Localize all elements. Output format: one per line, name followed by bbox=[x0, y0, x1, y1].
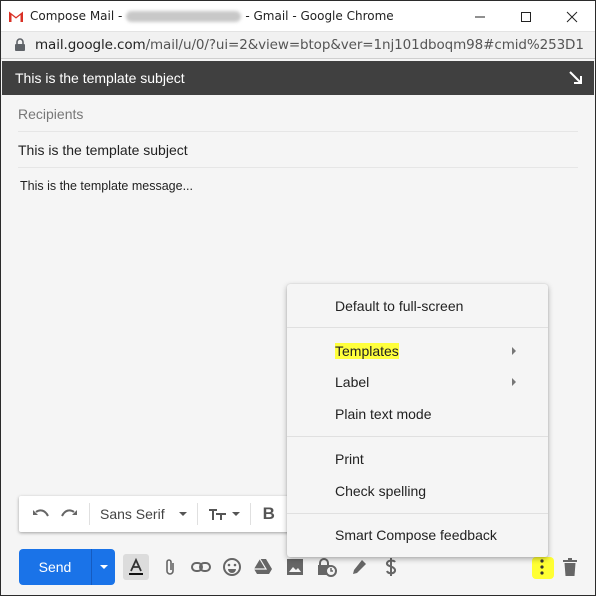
close-icon bbox=[566, 11, 578, 22]
pen-icon bbox=[353, 560, 366, 574]
insert-drive-button[interactable] bbox=[250, 554, 276, 580]
submenu-arrow-icon bbox=[512, 378, 516, 386]
minimize-button[interactable] bbox=[457, 1, 503, 32]
emoji-icon bbox=[223, 558, 241, 576]
send-money-button[interactable] bbox=[378, 554, 404, 580]
font-family-select[interactable]: Sans Serif bbox=[96, 500, 191, 528]
drive-icon bbox=[254, 558, 272, 574]
redo-icon bbox=[61, 509, 77, 517]
recipients-field[interactable]: Recipients bbox=[18, 96, 578, 132]
menu-item-label: Plain text mode bbox=[335, 406, 432, 422]
redo-button[interactable] bbox=[55, 500, 83, 528]
maximize-icon bbox=[521, 11, 531, 22]
menu-item-templates[interactable]: Templates bbox=[287, 336, 548, 366]
photo-icon bbox=[287, 559, 303, 575]
lock-icon bbox=[14, 38, 26, 52]
link-icon bbox=[191, 562, 211, 572]
gmail-logo-icon bbox=[8, 10, 24, 22]
url-host: mail.google.com bbox=[35, 37, 146, 53]
send-button[interactable]: Send bbox=[19, 549, 91, 585]
menu-item-label: Smart Compose feedback bbox=[335, 527, 497, 543]
minimize-icon bbox=[475, 16, 485, 17]
subject-field[interactable]: This is the template subject bbox=[18, 132, 578, 168]
menu-divider bbox=[287, 513, 548, 514]
window-controls bbox=[457, 1, 595, 32]
paperclip-icon bbox=[166, 559, 174, 575]
more-options-button[interactable] bbox=[529, 554, 555, 580]
more-options-menu: Default to full-screen Templates Label P… bbox=[287, 284, 548, 557]
submenu-arrow-icon bbox=[512, 347, 516, 355]
undo-icon bbox=[33, 509, 49, 517]
url-path: /mail/u/0/?ui=2&view=btop&ver=1nj101dboq… bbox=[145, 37, 584, 53]
compose-header: This is the template subject bbox=[2, 61, 594, 95]
lock-clock-icon bbox=[318, 558, 337, 577]
text-format-icon bbox=[129, 558, 143, 575]
url-text[interactable]: mail.google.com/mail/u/0/?ui=2&view=btop… bbox=[35, 37, 584, 53]
menu-item-default-fullscreen[interactable]: Default to full-screen bbox=[287, 291, 548, 321]
compose-title: This is the template subject bbox=[15, 70, 185, 86]
toolbar-divider bbox=[89, 503, 90, 525]
bold-button[interactable]: B bbox=[257, 500, 281, 528]
menu-divider bbox=[287, 436, 548, 437]
menu-item-label-text: Label bbox=[335, 374, 370, 390]
send-button-group: Send bbox=[19, 549, 115, 585]
toolbar-divider bbox=[196, 503, 198, 525]
maximize-button[interactable] bbox=[503, 1, 549, 32]
message-body[interactable]: This is the template message... bbox=[20, 179, 193, 193]
exit-fullscreen-icon[interactable] bbox=[568, 70, 584, 86]
chevron-down-icon bbox=[178, 512, 187, 516]
menu-item-label: Check spelling bbox=[335, 483, 427, 499]
confidential-mode-button[interactable] bbox=[314, 554, 340, 580]
insert-signature-button[interactable] bbox=[346, 554, 372, 580]
font-size-button[interactable] bbox=[204, 500, 244, 528]
menu-item-label[interactable]: Label bbox=[287, 367, 548, 397]
title-bar: Compose Mail - - Gmail - Google Chrome bbox=[1, 1, 595, 32]
undo-button[interactable] bbox=[27, 500, 55, 528]
more-vertical-icon bbox=[540, 559, 544, 575]
close-button[interactable] bbox=[549, 1, 595, 32]
discard-draft-button[interactable] bbox=[557, 554, 583, 580]
attach-files-button[interactable] bbox=[157, 554, 183, 580]
browser-window: Compose Mail - - Gmail - Google Chrome m… bbox=[0, 0, 596, 596]
menu-divider bbox=[287, 327, 548, 328]
menu-item-label: Templates bbox=[335, 343, 399, 359]
send-options-button[interactable] bbox=[91, 549, 115, 585]
insert-photo-button[interactable] bbox=[282, 554, 308, 580]
dollar-icon bbox=[386, 558, 397, 576]
chevron-down-icon bbox=[231, 512, 240, 516]
insert-emoji-button[interactable] bbox=[219, 554, 245, 580]
menu-item-smart-compose-feedback[interactable]: Smart Compose feedback bbox=[287, 520, 548, 550]
insert-link-button[interactable] bbox=[188, 554, 214, 580]
menu-item-label: Print bbox=[335, 451, 364, 467]
window-title: Compose Mail - - Gmail - Google Chrome bbox=[30, 9, 394, 23]
menu-item-label: Default to full-screen bbox=[335, 298, 464, 314]
formatting-options-button[interactable] bbox=[123, 554, 149, 580]
menu-item-print[interactable]: Print bbox=[287, 444, 548, 474]
redacted-email bbox=[126, 10, 242, 22]
formatting-toolbar: Sans Serif B bbox=[19, 496, 319, 532]
toolbar-divider bbox=[249, 503, 251, 525]
chevron-down-icon bbox=[99, 565, 108, 569]
menu-item-check-spelling[interactable]: Check spelling bbox=[287, 476, 548, 506]
text-size-icon bbox=[208, 509, 226, 520]
font-family-value: Sans Serif bbox=[100, 506, 165, 522]
address-bar[interactable]: mail.google.com/mail/u/0/?ui=2&view=btop… bbox=[1, 32, 595, 59]
title-suffix: - Gmail - Google Chrome bbox=[245, 9, 394, 23]
menu-item-plain-text-mode[interactable]: Plain text mode bbox=[287, 399, 548, 429]
title-prefix: Compose Mail - bbox=[30, 9, 123, 23]
trash-icon bbox=[563, 558, 577, 576]
